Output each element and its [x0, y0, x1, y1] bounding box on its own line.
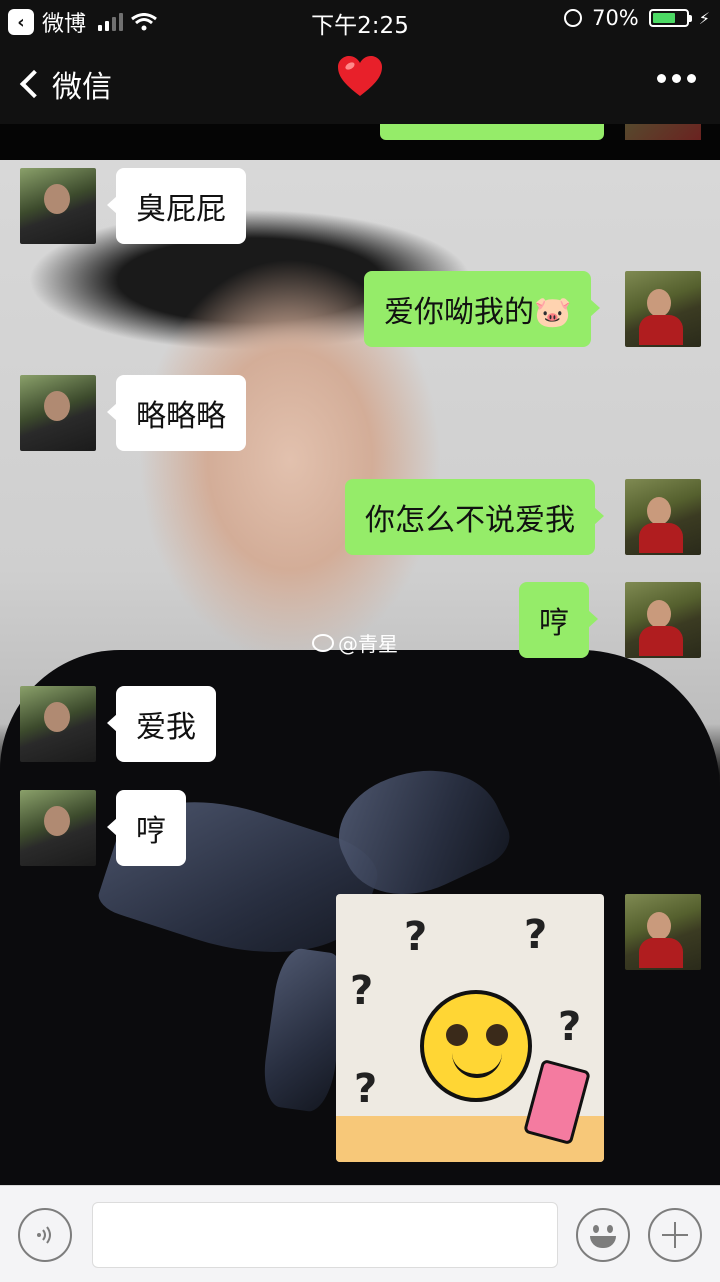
- my-avatar[interactable]: [625, 582, 701, 658]
- sticker-confused-emoji[interactable]: ? ? ? ? ?: [336, 894, 604, 1162]
- message-bubble-outgoing[interactable]: 爱你呦我的🐷: [364, 271, 601, 347]
- question-mark-icon: ?: [354, 1066, 378, 1112]
- voice-icon: [37, 1226, 51, 1244]
- friend-avatar[interactable]: [20, 686, 96, 762]
- friend-avatar[interactable]: [20, 168, 96, 244]
- chat-title: [0, 56, 720, 102]
- input-bar: [0, 1185, 720, 1282]
- watermark-text: @青星: [338, 632, 398, 656]
- battery-fill: [652, 13, 676, 23]
- message-bubble-incoming[interactable]: 爱我: [107, 686, 216, 762]
- status-bar: ‹ 微博 下午2:25 70% ⚡: [0, 0, 720, 40]
- avatar-partial: [625, 124, 701, 140]
- chat-area[interactable]: @青星 臭屁屁 爱你呦我的🐷 略略略 你怎么不说爱我 哼 爱我 哼 ? ? ? …: [0, 160, 720, 1185]
- question-mark-icon: ?: [404, 914, 428, 960]
- friend-avatar[interactable]: [20, 790, 96, 866]
- my-avatar[interactable]: [625, 894, 701, 970]
- battery-icon: [648, 9, 692, 27]
- add-more-button[interactable]: [648, 1208, 702, 1262]
- weibo-icon: [312, 633, 334, 652]
- my-avatar[interactable]: [625, 271, 701, 347]
- weibo-watermark: @青星: [312, 628, 398, 657]
- heart-icon: [338, 56, 382, 96]
- message-bubble-outgoing[interactable]: 你怎么不说爱我: [345, 479, 604, 555]
- status-right: 70% ⚡: [564, 6, 710, 30]
- my-avatar[interactable]: [625, 479, 701, 555]
- voice-input-button[interactable]: [18, 1208, 72, 1262]
- question-mark-icon: ?: [350, 968, 374, 1014]
- message-bubble-partial: [380, 124, 604, 140]
- message-bubble-incoming[interactable]: 哼: [107, 790, 186, 866]
- previous-messages-strip: [0, 124, 720, 160]
- battery-percent: 70%: [592, 6, 639, 30]
- emoji-button[interactable]: [576, 1208, 630, 1262]
- message-input[interactable]: [92, 1202, 558, 1268]
- friend-avatar[interactable]: [20, 375, 96, 451]
- more-options-button[interactable]: [657, 74, 696, 83]
- orientation-lock-icon: [564, 9, 583, 27]
- nav-bar: 微信: [0, 40, 720, 124]
- charging-icon: ⚡: [698, 8, 710, 28]
- message-bubble-outgoing[interactable]: 哼: [519, 582, 598, 658]
- smiley-face-icon: [420, 990, 532, 1102]
- question-mark-icon: ?: [524, 912, 548, 958]
- message-bubble-incoming[interactable]: 臭屁屁: [107, 168, 246, 244]
- question-mark-icon: ?: [558, 1004, 582, 1050]
- message-bubble-incoming[interactable]: 略略略: [107, 375, 246, 451]
